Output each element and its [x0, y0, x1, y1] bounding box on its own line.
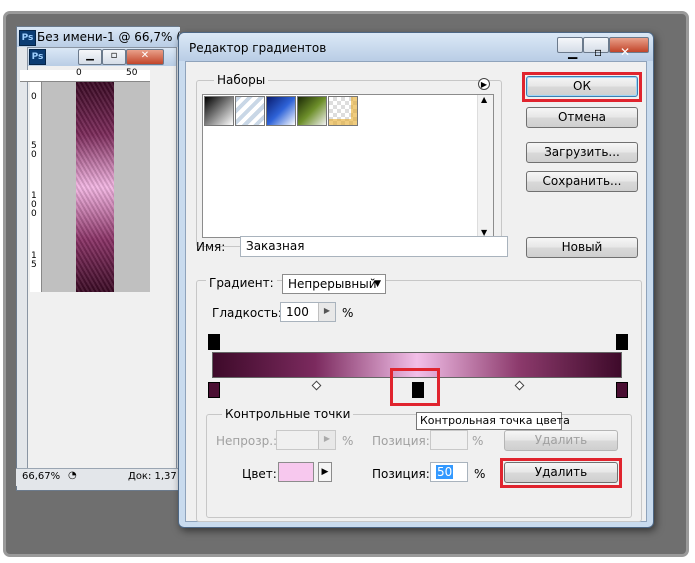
- color-label: Цвет:: [242, 467, 277, 481]
- ruler-label: 1 5: [31, 251, 37, 270]
- photoshop-icon: Ps: [19, 30, 36, 46]
- cancel-button[interactable]: Отмена: [526, 107, 638, 128]
- opacity-field[interactable]: ▶: [276, 430, 336, 450]
- minimize-icon: ▁: [86, 50, 94, 61]
- opacity-label: Непрозр.:: [216, 434, 278, 448]
- document-title: Без имени-1 @ 66,7% (Сл: [37, 30, 197, 44]
- opacity-position-field[interactable]: [430, 430, 468, 450]
- presets-menu-button[interactable]: ▶: [478, 78, 490, 90]
- gradient-type-label: Градиент:: [206, 276, 277, 290]
- dialog-maximize-button[interactable]: ▫: [583, 37, 609, 58]
- smoothness-field[interactable]: 100 ▶: [280, 302, 336, 322]
- minimize-icon: ▁: [568, 45, 578, 59]
- smoothness-label: Гладкость:: [212, 306, 282, 320]
- color-position-value: 50: [436, 465, 454, 479]
- status-menu-icon[interactable]: ◔: [68, 470, 77, 481]
- minimize-button[interactable]: ▁: [78, 49, 102, 65]
- ruler-label: 1 0 0: [31, 191, 37, 219]
- opacity-stop-right[interactable]: [616, 334, 628, 350]
- gradient-type-value: Непрерывный: [288, 277, 377, 291]
- ruler-label: 50: [126, 68, 138, 78]
- color-swatch[interactable]: [278, 462, 314, 482]
- load-button[interactable]: Загрузить...: [526, 142, 638, 163]
- maximize-icon: ▫: [594, 45, 603, 59]
- name-label: Имя:: [196, 240, 226, 254]
- ruler-label: 0: [31, 92, 37, 102]
- presets-list[interactable]: ▲ ▼: [202, 94, 494, 238]
- preset-swatch[interactable]: [297, 96, 327, 126]
- dialog-titlebar[interactable]: Редактор градиентов ▁ ▫ ✕: [179, 33, 653, 61]
- stops-group-label: Контрольные точки: [222, 407, 354, 421]
- gradient-preview-bar[interactable]: [212, 352, 622, 378]
- menu-arrow-icon: ▶: [480, 80, 488, 89]
- close-button[interactable]: ✕: [126, 49, 164, 65]
- smoothness-unit: %: [342, 306, 354, 320]
- color-stop-left[interactable]: [208, 382, 220, 398]
- color-delete-button[interactable]: Удалить: [504, 462, 618, 483]
- preset-swatch[interactable]: [204, 96, 234, 126]
- close-icon: ✕: [620, 45, 631, 59]
- close-icon: ✕: [140, 50, 150, 61]
- color-stop-right[interactable]: [616, 382, 628, 398]
- color-menu-button[interactable]: ▶: [318, 462, 332, 482]
- maximize-icon: ▫: [110, 50, 118, 61]
- opacity-position-label: Позиция:: [372, 434, 430, 448]
- ruler-horizontal[interactable]: 0 50: [20, 68, 150, 82]
- dialog-close-button[interactable]: ✕: [609, 37, 649, 58]
- dialog-minimize-button[interactable]: ▁: [557, 37, 583, 58]
- dialog-body: Наборы ▶ ▲ ▼ ОК Отмена Загрузить... Сохр…: [185, 61, 647, 522]
- ruler-label: 0: [76, 68, 82, 78]
- ruler-label: 5 0: [31, 141, 37, 160]
- scroll-up-icon[interactable]: ▲: [481, 95, 487, 104]
- color-position-label: Позиция:: [372, 467, 430, 481]
- opacity-stop-left[interactable]: [208, 334, 220, 350]
- canvas-gradient-image: [76, 82, 114, 292]
- gradient-editor-dialog: Редактор градиентов ▁ ▫ ✕ Наборы ▶ ▲ ▼ О…: [178, 32, 654, 528]
- photoshop-icon: Ps: [29, 49, 46, 65]
- smoothness-value: 100: [286, 305, 309, 319]
- document-size: Док: 1,37: [128, 471, 177, 482]
- opacity-delete-button[interactable]: Удалить: [504, 430, 618, 451]
- presets-scrollbar[interactable]: ▲ ▼: [477, 95, 493, 237]
- maximize-button[interactable]: ▫: [102, 49, 126, 65]
- document-status-bar: 66,67% ◔ Док: 1,37: [16, 468, 179, 486]
- dialog-title: Редактор градиентов: [189, 41, 327, 55]
- spin-arrow-icon[interactable]: ▶: [318, 303, 335, 321]
- opacity-position-unit: %: [472, 434, 484, 448]
- spin-arrow-icon[interactable]: ▶: [318, 431, 335, 449]
- gradient-type-select[interactable]: Непрерывный ▼: [282, 274, 386, 294]
- dropdown-arrow-icon: ▼: [374, 279, 381, 289]
- preset-swatch[interactable]: [328, 96, 358, 126]
- color-stop-selected[interactable]: [412, 382, 424, 398]
- preset-swatch[interactable]: [266, 96, 296, 126]
- save-button[interactable]: Сохранить...: [526, 171, 638, 192]
- presets-label: Наборы: [214, 73, 269, 87]
- tooltip: Контрольная точка цвета: [416, 412, 570, 430]
- document-titlebar[interactable]: Ps Без имени-1 @ 66,7% (Сл: [17, 27, 197, 47]
- color-position-field[interactable]: 50: [430, 462, 468, 482]
- new-button[interactable]: Новый: [526, 237, 638, 258]
- opacity-unit: %: [342, 434, 354, 448]
- zoom-level[interactable]: 66,67%: [22, 471, 60, 482]
- ruler-vertical[interactable]: 0 5 0 1 0 0 1 5: [30, 82, 42, 292]
- ok-button[interactable]: ОК: [526, 76, 638, 97]
- menu-arrow-icon: ▶: [321, 467, 329, 477]
- name-field[interactable]: Заказная: [240, 236, 508, 257]
- color-position-unit: %: [474, 467, 486, 481]
- preset-swatch[interactable]: [235, 96, 265, 126]
- inner-titlebar[interactable]: Ps ▁ ▫ ✕: [28, 48, 176, 66]
